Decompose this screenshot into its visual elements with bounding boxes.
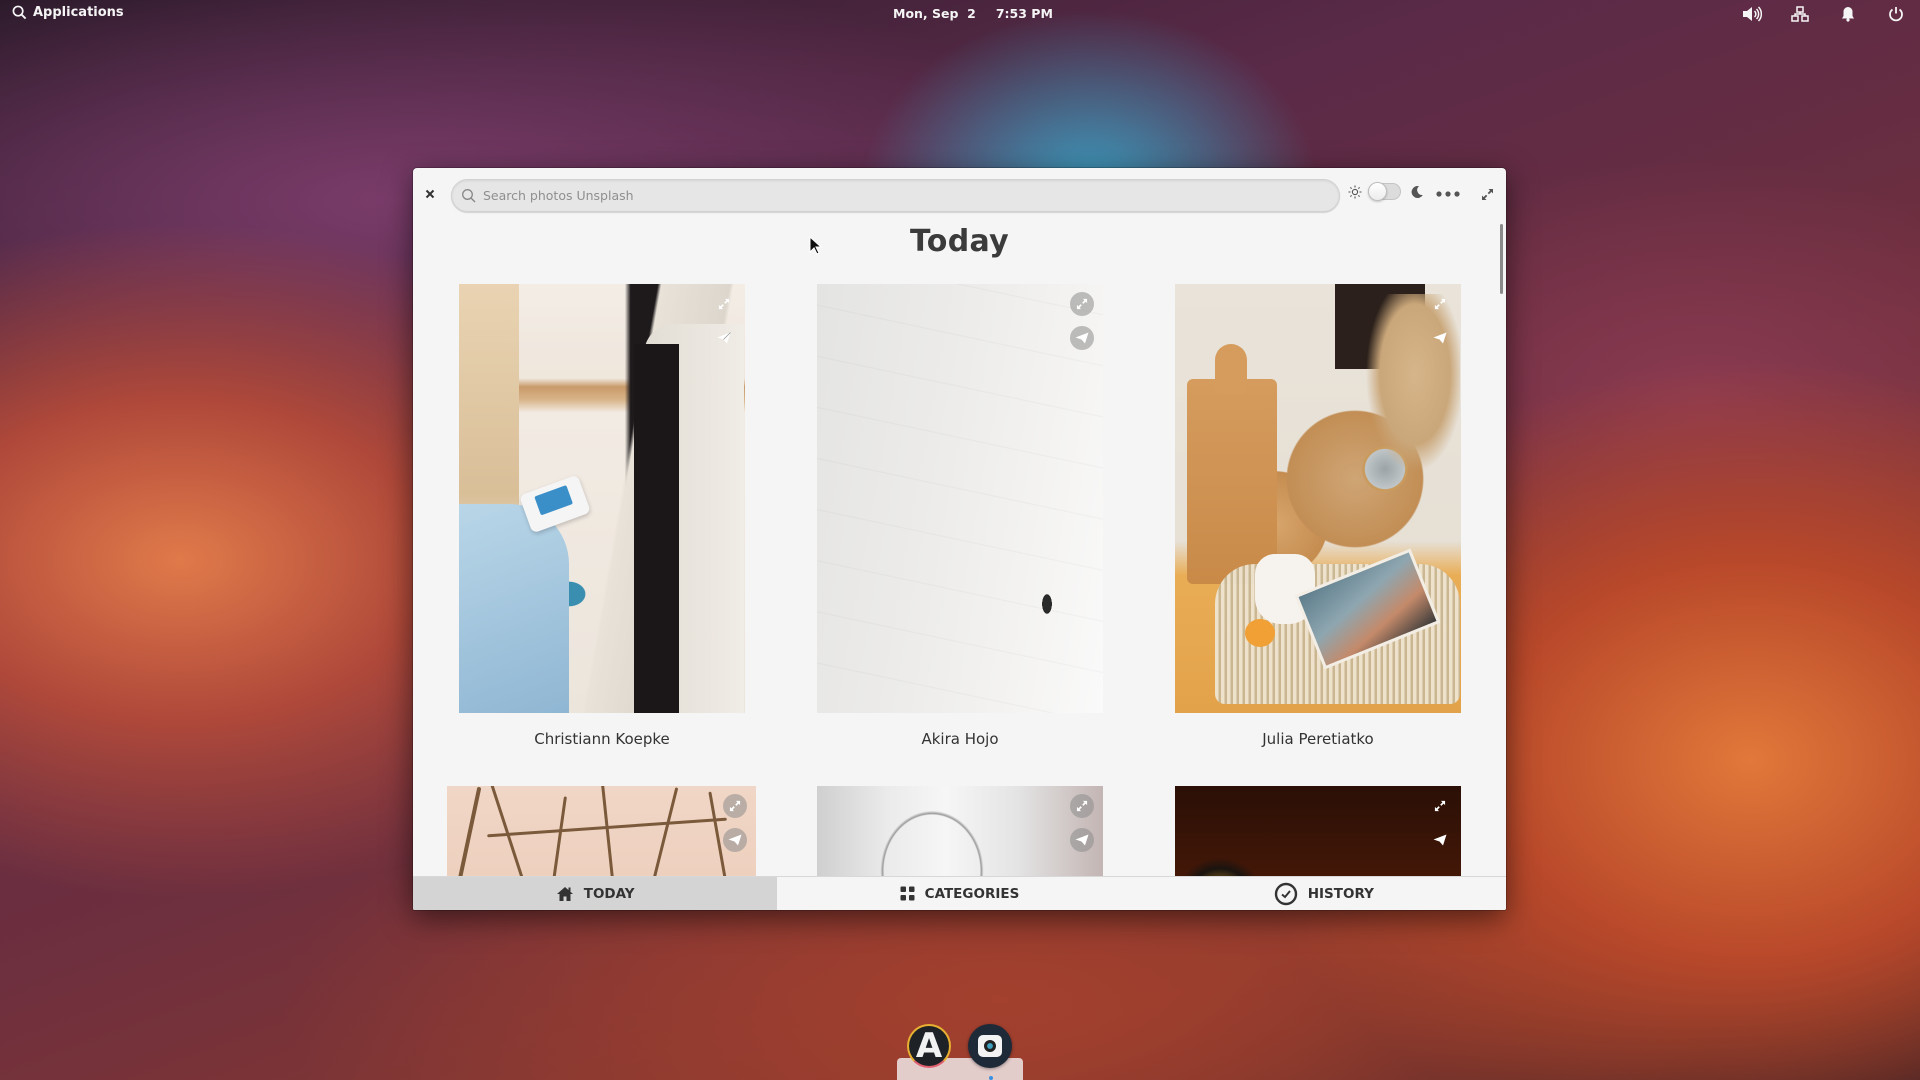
fullscreen-button[interactable] bbox=[1475, 182, 1499, 206]
set-wallpaper-button[interactable] bbox=[712, 326, 736, 350]
indicators bbox=[1728, 3, 1920, 25]
photo-card[interactable] bbox=[816, 283, 1104, 714]
send-icon bbox=[1075, 332, 1089, 344]
view-fullsize-button[interactable] bbox=[1070, 292, 1094, 316]
top-panel: Applications Mon, Sep 2 7:53 PM bbox=[0, 0, 1920, 28]
photo-card[interactable] bbox=[446, 785, 757, 876]
view-fullsize-button[interactable] bbox=[723, 794, 747, 818]
photo-card[interactable] bbox=[1174, 785, 1462, 876]
expand-icon bbox=[1481, 188, 1493, 200]
photo-card[interactable] bbox=[458, 283, 746, 714]
photo-author[interactable]: Akira Hojo bbox=[816, 730, 1104, 748]
mouse-cursor-icon bbox=[809, 236, 823, 255]
power-indicator[interactable] bbox=[1872, 3, 1920, 25]
view-fullsize-button[interactable] bbox=[1428, 292, 1452, 316]
send-icon bbox=[728, 834, 742, 846]
theme-switcher bbox=[1348, 182, 1424, 201]
tab-history[interactable]: HISTORY bbox=[1142, 877, 1506, 910]
grid-icon bbox=[900, 886, 915, 901]
scrollbar[interactable] bbox=[1500, 224, 1503, 294]
photo-image bbox=[447, 786, 756, 876]
network-indicator[interactable] bbox=[1776, 3, 1824, 25]
page-title: Today bbox=[910, 224, 1009, 259]
toggle-knob bbox=[1368, 182, 1387, 201]
photo-author[interactable]: Christiann Koepke bbox=[458, 730, 746, 748]
expand-icon bbox=[729, 800, 741, 812]
set-wallpaper-button[interactable] bbox=[1428, 326, 1452, 350]
photo-image bbox=[1175, 786, 1461, 876]
date-text: Mon, Sep 2 bbox=[893, 6, 976, 21]
close-button[interactable] bbox=[417, 181, 443, 207]
notifications-indicator[interactable] bbox=[1824, 3, 1872, 25]
photo-image bbox=[817, 284, 1103, 713]
search-icon bbox=[12, 5, 27, 20]
headerbar bbox=[413, 168, 1506, 224]
sound-icon bbox=[1743, 6, 1762, 22]
expand-icon bbox=[1434, 298, 1446, 310]
power-icon bbox=[1889, 7, 1903, 22]
photo-grid: Christiann Koepke Akira Hojo Julia Peret… bbox=[413, 268, 1506, 876]
expand-icon bbox=[718, 298, 730, 310]
view-fullsize-button[interactable] bbox=[1070, 794, 1094, 818]
photo-card[interactable] bbox=[816, 785, 1104, 876]
datetime-indicator[interactable]: Mon, Sep 2 7:53 PM bbox=[893, 6, 1053, 21]
appcenter-icon: A bbox=[915, 1026, 943, 1066]
expand-icon bbox=[1076, 800, 1088, 812]
tab-label: CATEGORIES bbox=[924, 885, 1020, 902]
time-text: 7:53 PM bbox=[995, 6, 1053, 21]
moon-icon bbox=[1411, 185, 1423, 198]
view-fullsize-button[interactable] bbox=[1428, 794, 1452, 818]
tab-label: HISTORY bbox=[1307, 885, 1374, 902]
photo-card[interactable] bbox=[1174, 283, 1462, 714]
applications-menu[interactable]: Applications bbox=[12, 5, 124, 20]
clock-icon bbox=[1274, 882, 1297, 905]
set-wallpaper-button[interactable] bbox=[1428, 828, 1452, 852]
dark-mode-toggle[interactable] bbox=[1368, 182, 1401, 201]
search-field[interactable] bbox=[451, 179, 1340, 212]
send-icon bbox=[717, 332, 731, 344]
notifications-icon bbox=[1842, 7, 1854, 22]
search-input[interactable] bbox=[483, 188, 1339, 203]
send-icon bbox=[1433, 834, 1447, 846]
send-icon bbox=[1433, 332, 1447, 344]
set-wallpaper-button[interactable] bbox=[723, 828, 747, 852]
photo-image bbox=[817, 786, 1103, 876]
photo-image bbox=[1175, 284, 1461, 713]
expand-icon bbox=[1434, 800, 1446, 812]
running-indicator bbox=[989, 1076, 993, 1080]
set-wallpaper-button[interactable] bbox=[1070, 828, 1094, 852]
search-icon bbox=[462, 188, 476, 202]
tab-today[interactable]: TODAY bbox=[413, 877, 778, 910]
photo-author[interactable]: Julia Peretiatko bbox=[1174, 730, 1462, 748]
bottom-tab-bar: TODAY CATEGORIES HISTORY bbox=[413, 876, 1506, 910]
home-icon bbox=[556, 886, 573, 901]
menu-button[interactable] bbox=[1433, 182, 1463, 206]
applications-label: Applications bbox=[33, 5, 124, 20]
dock-item-appcenter[interactable]: A bbox=[907, 1024, 951, 1068]
camera-icon bbox=[978, 1035, 1002, 1057]
network-icon bbox=[1791, 6, 1809, 22]
expand-icon bbox=[1076, 298, 1088, 310]
more-icon bbox=[1436, 191, 1460, 197]
close-icon bbox=[425, 189, 435, 199]
tab-categories[interactable]: CATEGORIES bbox=[777, 877, 1141, 910]
tab-label: TODAY bbox=[583, 885, 635, 902]
app-window: Today Christiann Koepke Akira Hojo bbox=[413, 168, 1506, 910]
view-fullsize-button[interactable] bbox=[712, 292, 736, 316]
sun-icon bbox=[1348, 185, 1362, 198]
sound-indicator[interactable] bbox=[1728, 3, 1776, 25]
set-wallpaper-button[interactable] bbox=[1070, 326, 1094, 350]
dock-item-camera[interactable] bbox=[968, 1024, 1012, 1068]
send-icon bbox=[1075, 834, 1089, 846]
photo-image bbox=[459, 284, 745, 713]
